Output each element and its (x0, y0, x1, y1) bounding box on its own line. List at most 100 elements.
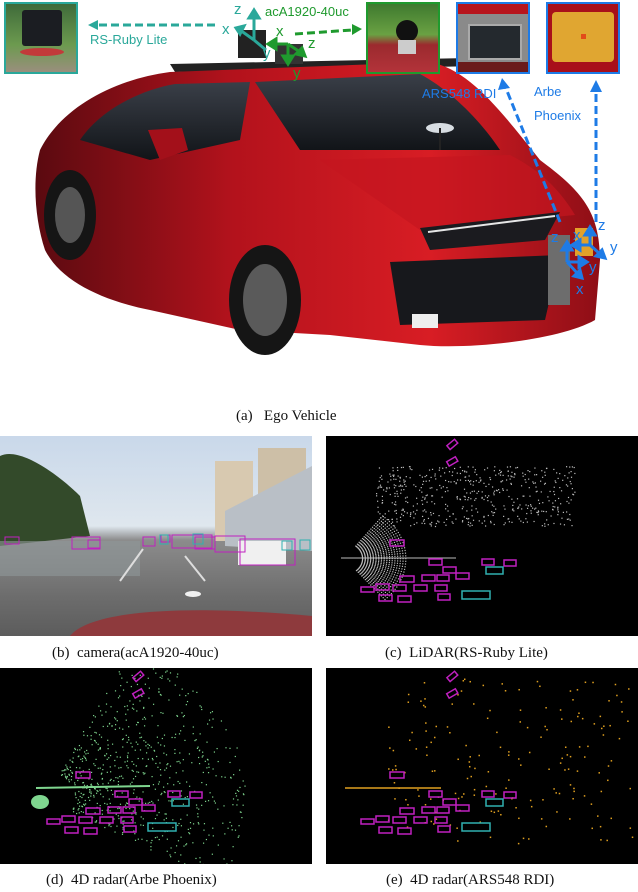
radar-point (223, 805, 225, 807)
lidar-point (374, 564, 376, 567)
car-bounding-box (397, 595, 412, 603)
lidar-point (442, 467, 444, 469)
lidar-point (545, 511, 547, 513)
radar-point (621, 711, 623, 713)
lidar-point (380, 585, 382, 587)
lidar-point (461, 508, 463, 510)
lidar-point (489, 478, 492, 481)
lidar-point (401, 485, 404, 487)
radar-point (129, 700, 131, 702)
radar-point (460, 690, 463, 692)
lidar-point (552, 502, 554, 504)
radar-point (102, 796, 104, 798)
lidar-point (388, 527, 390, 530)
radar-point (536, 680, 539, 683)
radar-point (229, 747, 231, 749)
lidar-point (557, 507, 559, 509)
lidar-point (380, 530, 382, 532)
camera-label: acA1920-40uc (265, 4, 349, 19)
lidar-point (493, 505, 495, 507)
radar-point (620, 701, 623, 703)
radar-point (183, 714, 185, 717)
radar-point (65, 764, 67, 766)
lidar-point (373, 577, 375, 580)
lidar-point (369, 560, 372, 562)
radar-point (93, 796, 95, 798)
radar-point (126, 765, 128, 767)
radar-point (138, 800, 140, 802)
lidar-point (535, 507, 537, 509)
lidar-point (491, 504, 494, 506)
radar-point (244, 785, 246, 787)
radar-point (94, 788, 96, 790)
lidar-point (393, 541, 396, 544)
radar-point (616, 694, 618, 697)
lidar-point (385, 563, 388, 565)
lidar-point (372, 555, 374, 557)
radar-point (217, 808, 219, 810)
radar-point (206, 758, 209, 761)
lidar-point (483, 498, 485, 501)
radar-point (195, 804, 198, 806)
lidar-point (372, 570, 374, 572)
lidar-point (467, 524, 469, 526)
radar-point (169, 854, 171, 856)
radar-point (197, 816, 199, 818)
lidar-point (390, 580, 392, 582)
lidar-point (491, 486, 494, 488)
lidar-point (396, 553, 399, 555)
lidar-point (377, 565, 379, 567)
radar-point (559, 709, 562, 711)
radar-point (578, 712, 580, 714)
radar-point (74, 794, 77, 796)
lidar-point (379, 573, 381, 575)
radar-point (87, 796, 90, 799)
radar-point (134, 839, 137, 841)
car-bounding-box (437, 593, 451, 601)
radar-point (155, 672, 157, 674)
radar-point (78, 790, 80, 793)
lidar-point (544, 474, 546, 476)
radar-point (159, 693, 162, 696)
radar-point (519, 721, 522, 723)
car-bounding-box (360, 818, 375, 825)
lidar-point (401, 509, 403, 511)
lidar-point (380, 556, 383, 558)
radar-point (555, 792, 557, 794)
lidar-point (479, 477, 481, 479)
lidar-point (463, 516, 465, 518)
radar-point (561, 757, 563, 760)
radar-point (183, 845, 185, 847)
radar-point (110, 754, 112, 757)
lidar-point (371, 566, 373, 568)
radar-point (121, 792, 123, 794)
lidar-point (368, 530, 370, 532)
radar-point (111, 743, 114, 745)
car-bounding-box (46, 818, 61, 825)
caption-c-text: LiDAR(RS-Ruby Lite) (409, 645, 548, 661)
lidar-point (383, 570, 385, 573)
lidar-point (452, 471, 454, 473)
car-bounding-box (378, 826, 393, 834)
lidar-point (530, 505, 532, 507)
radar-point (156, 755, 158, 758)
lidar-point (378, 529, 381, 531)
lidar-point (381, 478, 383, 480)
radar-point (155, 762, 157, 765)
radar-point (157, 742, 159, 744)
lidar-point (382, 549, 384, 551)
lidar-point (557, 511, 560, 513)
lidar-point (544, 525, 546, 527)
lidar-point (389, 577, 391, 579)
radar-point (493, 811, 496, 814)
radar-point (463, 678, 466, 681)
lidar-point (478, 520, 480, 522)
lidar-point (392, 525, 394, 527)
radar-point (97, 767, 99, 769)
radar-point (205, 784, 207, 786)
radar-point (157, 725, 159, 727)
car-bounding-box (421, 574, 436, 582)
lidar-point (492, 514, 494, 517)
lidar-point (509, 478, 511, 480)
lidar-point (386, 571, 388, 573)
